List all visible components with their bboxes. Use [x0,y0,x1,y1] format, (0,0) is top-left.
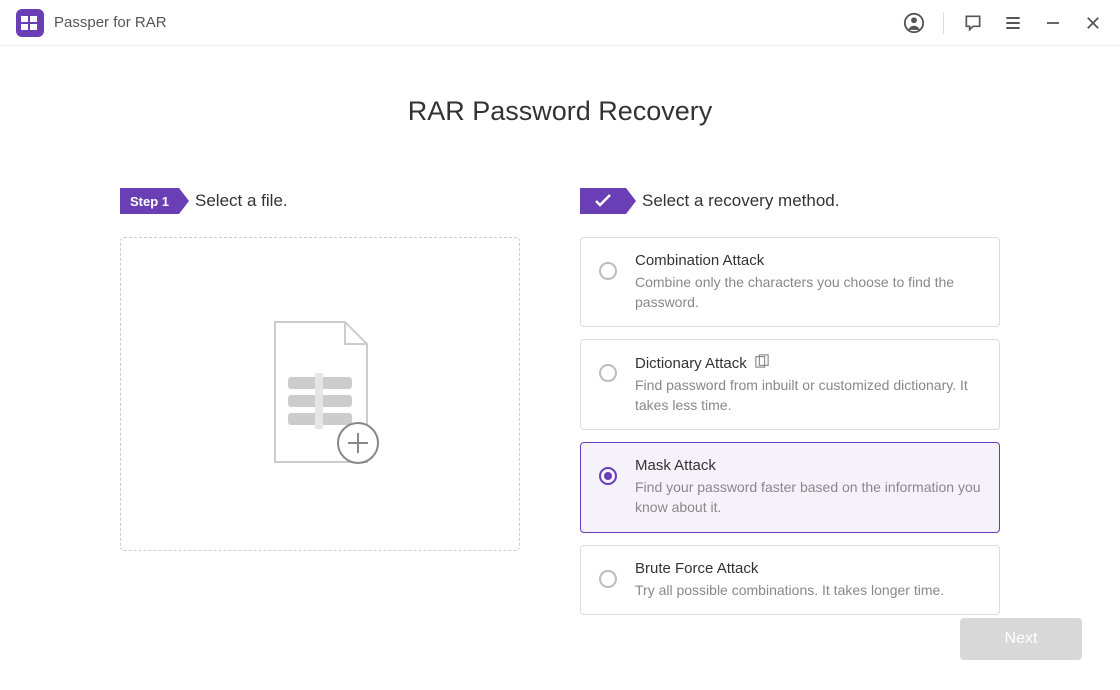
step1-column: Step 1 Select a file. [120,187,520,615]
method-title: Brute Force Attack [635,560,981,577]
method-desc: Try all possible combinations. It takes … [635,581,981,601]
method-desc: Find password from inbuilt or customized… [635,376,981,415]
method-mask[interactable]: Mask Attack Find your password faster ba… [580,442,1000,532]
method-combination[interactable]: Combination Attack Combine only the char… [580,237,1000,327]
method-bruteforce[interactable]: Brute Force Attack Try all possible comb… [580,545,1000,616]
file-illustration [260,317,380,472]
step2-badge [580,188,626,214]
account-icon[interactable] [903,12,925,34]
method-title: Mask Attack [635,457,981,474]
method-desc: Find your password faster based on the i… [635,478,981,517]
columns: Step 1 Select a file. [60,187,1060,615]
titlebar-controls [903,12,1104,34]
step2-header: Select a recovery method. [580,187,1000,215]
file-dropzone[interactable] [120,237,520,551]
step2-column: Select a recovery method. Combination At… [580,187,1000,615]
titlebar: Passper for RAR [0,0,1120,46]
method-title: Combination Attack [635,252,981,269]
app-logo [16,9,44,37]
close-icon[interactable] [1082,12,1104,34]
next-button[interactable]: Next [960,618,1082,660]
step1-header: Step 1 Select a file. [120,187,520,215]
radio-dictionary [599,364,617,382]
step2-text: Select a recovery method. [642,191,839,211]
step1-text: Select a file. [195,191,288,211]
method-desc: Combine only the characters you choose t… [635,273,981,312]
recovery-methods: Combination Attack Combine only the char… [580,237,1000,615]
method-title: Dictionary Attack [635,354,981,372]
minimize-icon[interactable] [1042,12,1064,34]
feedback-icon[interactable] [962,12,984,34]
separator [943,12,944,34]
radio-combination [599,262,617,280]
check-icon [594,194,612,208]
main-content: RAR Password Recovery Step 1 Select a fi… [0,46,1120,615]
method-dictionary[interactable]: Dictionary Attack Find password from inb… [580,339,1000,430]
radio-bruteforce [599,570,617,588]
radio-mask [599,467,617,485]
page-title: RAR Password Recovery [60,96,1060,127]
app-title: Passper for RAR [54,14,903,31]
menu-icon[interactable] [1002,12,1024,34]
footer: Next [960,618,1082,660]
dictionary-icon [755,354,769,372]
step1-badge: Step 1 [120,188,179,214]
